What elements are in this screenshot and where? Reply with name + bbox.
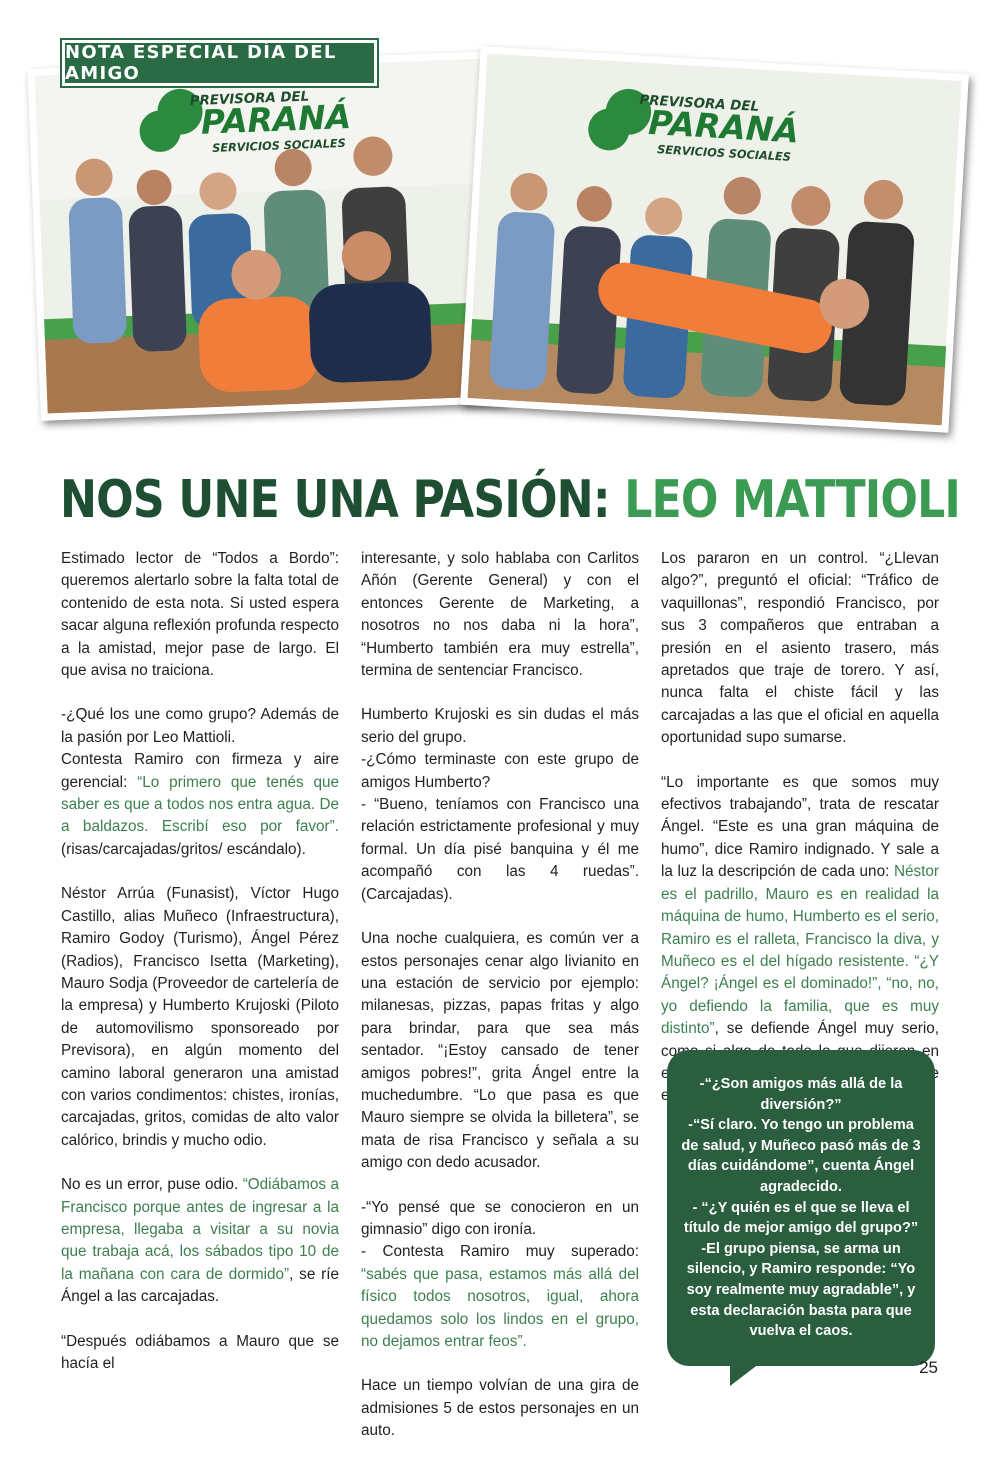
paragraph: “Después odiábamos a Mauro que se hacía … — [61, 1332, 339, 1372]
bubble-question: - “¿Y quién es el que se lleva el título… — [683, 1199, 919, 1237]
headline-part-2: LEO MATTIOLI — [624, 470, 961, 530]
bubble-answer: -“Sí claro. Yo tengo un problema de salu… — [681, 1117, 921, 1195]
group-photo-1: PREVISORA DEL PARANÁ SERVICIOS SOCIALES — [27, 51, 507, 421]
quote-text: Néstor es el padrillo, Mauro es en reali… — [661, 863, 939, 1038]
quote-text: “sabés que pasa, estamos más allá del fí… — [361, 1265, 639, 1350]
article-column-2: interesante, y solo hablaba con Carlitos… — [361, 548, 639, 1465]
paragraph: interesante, y solo hablaba con Carlitos… — [361, 550, 639, 680]
section-tag: NOTA ESPECIAL DÍA DEL AMIGO — [62, 40, 377, 86]
paragraph: Una noche cualquiera, es común ver a est… — [361, 930, 639, 1172]
headline-part-1: NOS UNE UNA PASIÓN: — [60, 470, 625, 530]
paragraph: Contesta Ramiro con firmeza y aire geren… — [61, 749, 339, 861]
paragraph: Los pararon en un control. “¿Llevan algo… — [661, 550, 939, 747]
paragraph: No es un error, puse odio. “Odiábamos a … — [61, 1174, 339, 1308]
paragraph: -“Yo pensé que se conocieron en un gimna… — [361, 1198, 639, 1238]
logo-text-2: PARANÁ — [200, 96, 352, 142]
quote-bubble: -“¿Son amigos más allá de la diversión?”… — [667, 1050, 935, 1366]
paragraph: -¿Qué los une como grupo? Además de la p… — [61, 706, 339, 746]
paragraph: - “Bueno, teníamos con Francisco una rel… — [361, 796, 639, 903]
bubble-question: -“¿Son amigos más allá de la diversión?” — [699, 1076, 903, 1113]
paragraph: Néstor Arrúa (Funasist), Víctor Hugo Cas… — [61, 885, 339, 1149]
paragraph: Estimado lector de “Todos a Bordo”: quer… — [61, 550, 339, 680]
paragraph: Humberto Krujoski es sin dudas el más se… — [361, 706, 639, 746]
paragraph-text: No es un error, puse odio. — [61, 1176, 243, 1194]
section-tag-text: NOTA ESPECIAL DÍA DEL AMIGO — [65, 42, 337, 84]
article-column-3: Los pararon en un control. “¿Llevan algo… — [661, 548, 939, 1130]
group-photo-2: PREVISORA DEL PARANÁ SERVICIOS SOCIALES — [460, 46, 969, 433]
paragraph: - Contesta Ramiro muy superado: “sabés q… — [361, 1241, 639, 1353]
headline: NOS UNE UNA PASIÓN: LEO MATTIOLI — [60, 470, 961, 530]
paragraph: -¿Cómo terminaste con este grupo de amig… — [361, 751, 639, 791]
page-number: 25 — [919, 1358, 938, 1377]
quote-bubble-tail — [730, 1360, 764, 1386]
bubble-answer: -El grupo piensa, se arma un silencio, y… — [686, 1240, 916, 1340]
paragraph-text: - Contesta Ramiro muy superado: — [361, 1243, 639, 1261]
paragraph: Hace un tiempo volvían de una gira de ad… — [361, 1377, 639, 1440]
article-column-1: Estimado lector de “Todos a Bordo”: quer… — [61, 548, 339, 1397]
paragraph-text: (risas/carcajadas/gritos/ escándalo). — [61, 840, 306, 858]
